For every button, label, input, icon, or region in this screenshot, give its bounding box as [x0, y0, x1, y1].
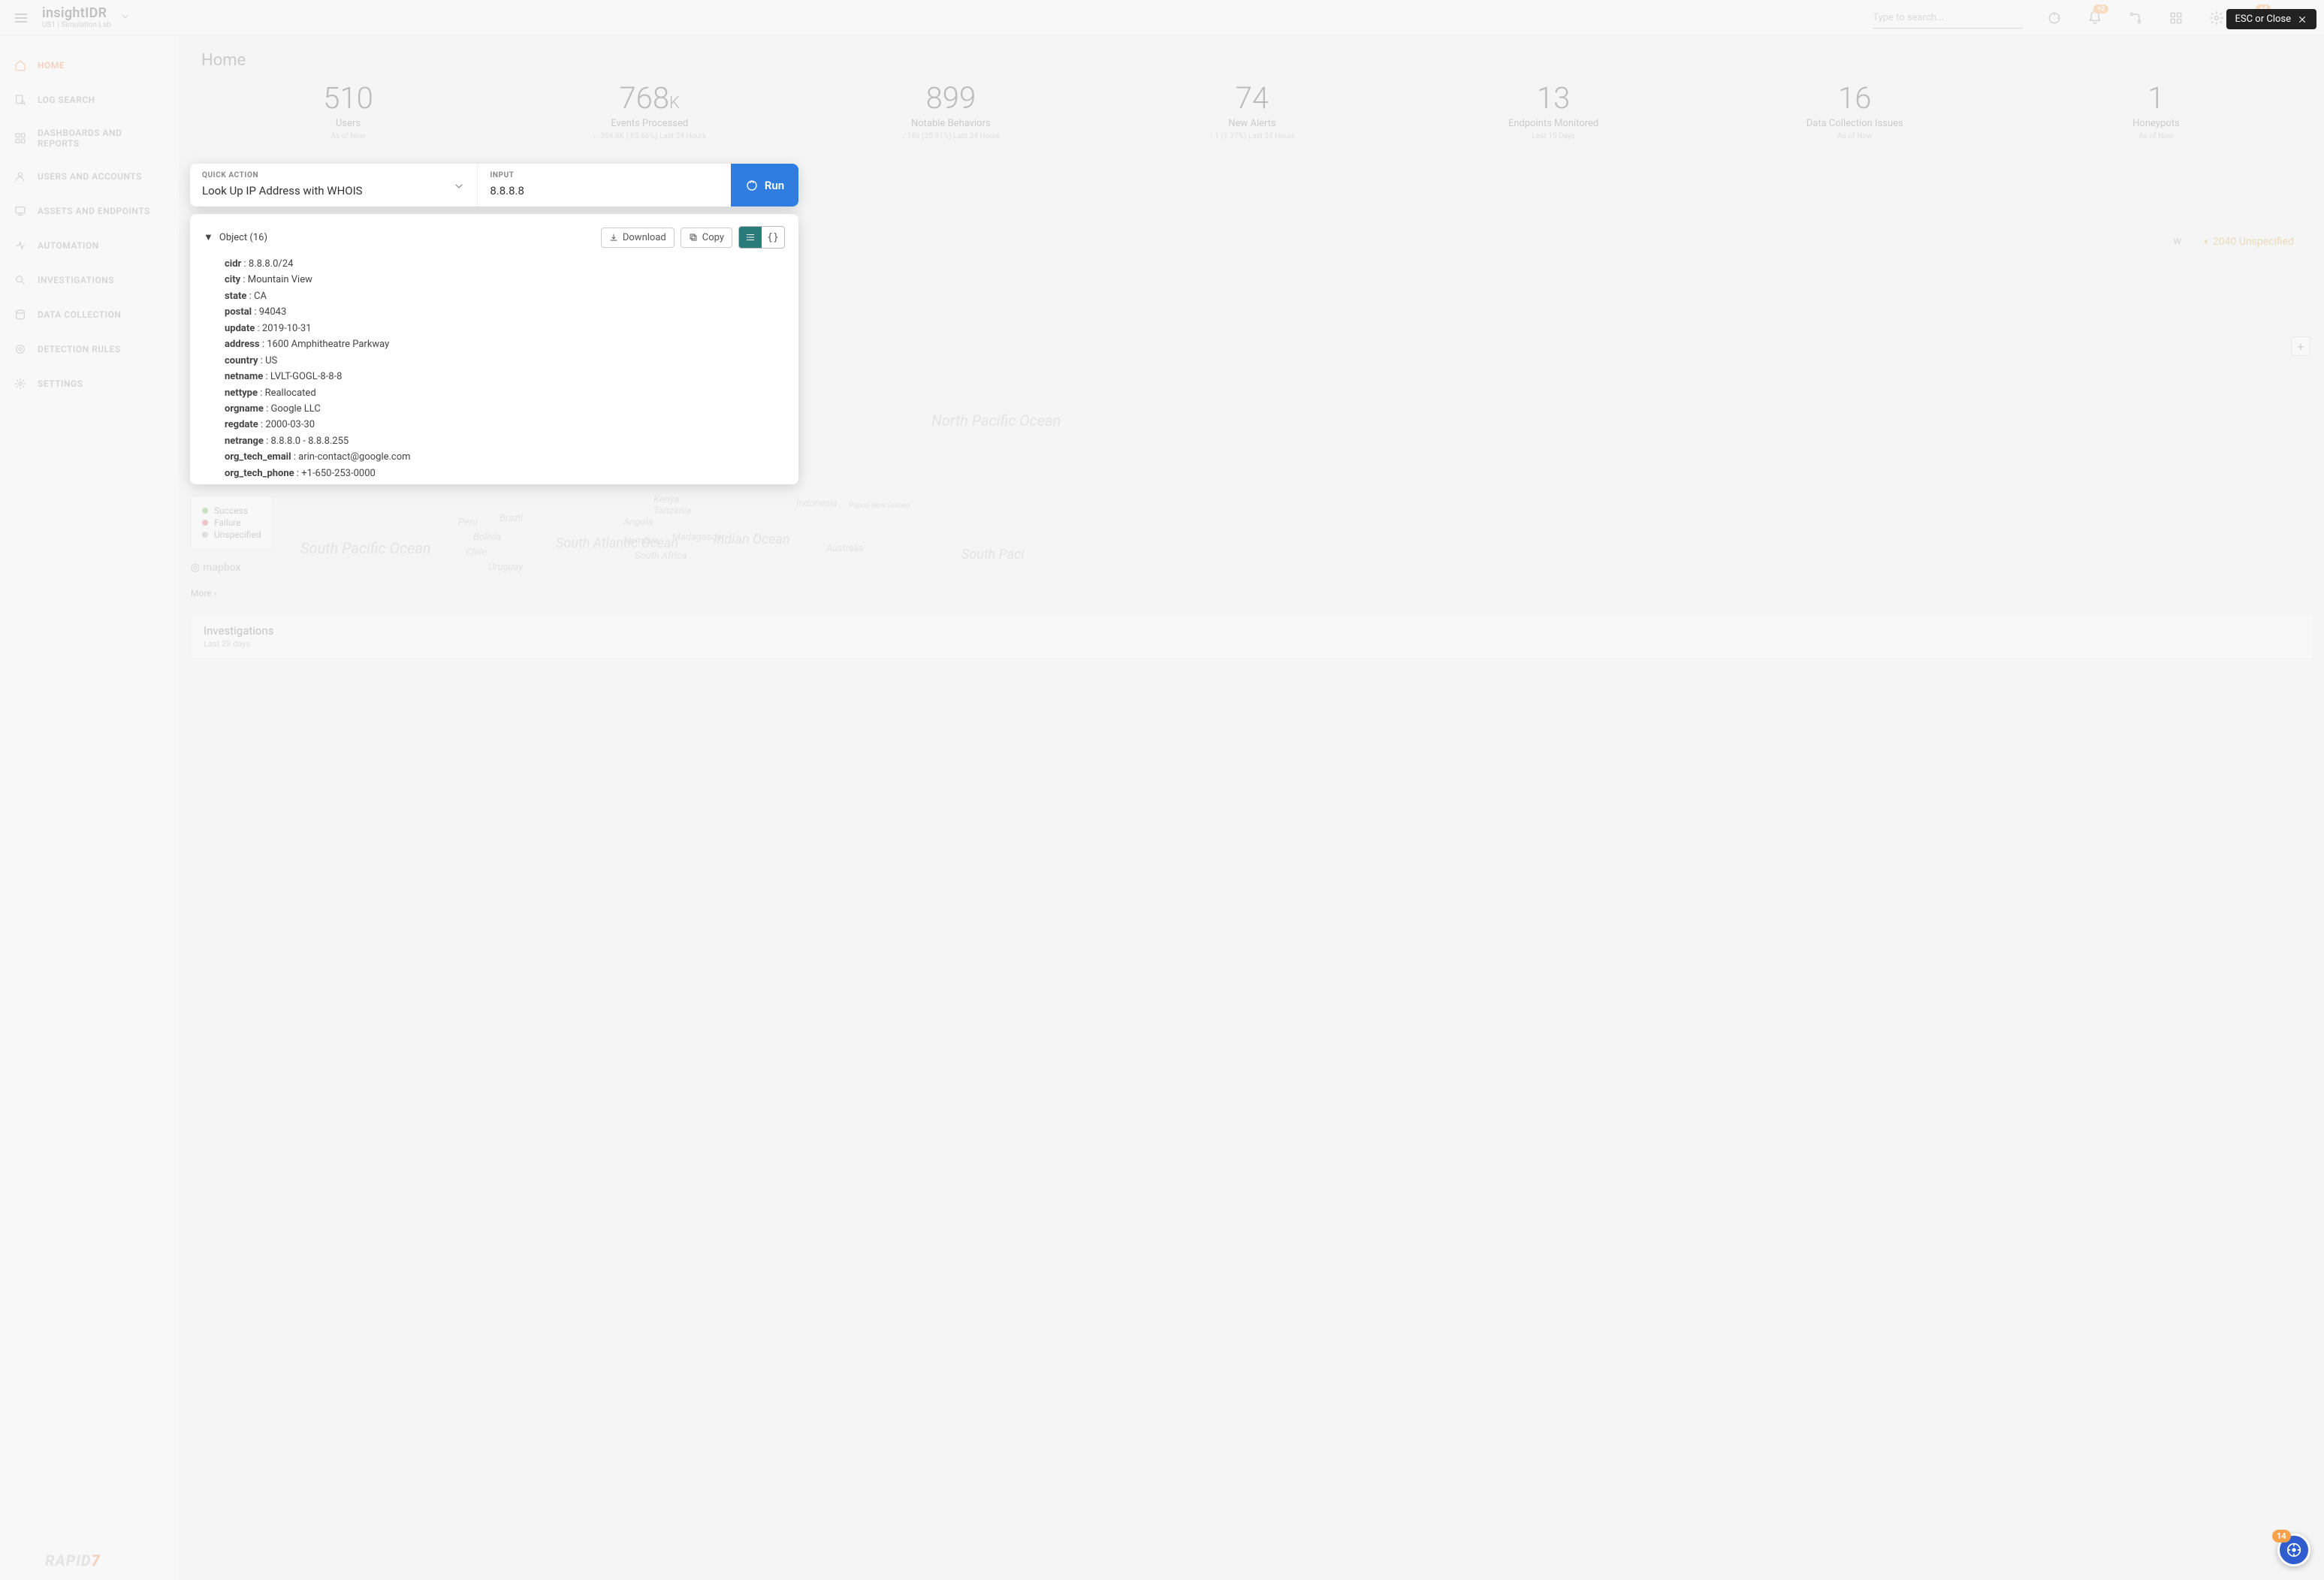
run-icon: [745, 179, 759, 192]
result-row: orgname : Google LLC: [225, 401, 785, 417]
result-list: cidr : 8.8.8.0/24city : Mountain Viewsta…: [204, 256, 785, 484]
result-row: org_tech_phone : +1-650-253-0000: [225, 466, 785, 481]
result-row: regdate : 2000-03-30: [225, 417, 785, 433]
result-row: address : 1600 Amphitheatre Parkway: [225, 336, 785, 352]
modal-header: QUICK ACTION Look Up IP Address with WHO…: [190, 164, 798, 207]
result-row: netname : LVLT-GOGL-8-8-8: [225, 369, 785, 384]
result-row: country : US: [225, 353, 785, 369]
download-icon: [609, 233, 618, 242]
triangle-down-icon: ▼: [204, 231, 213, 243]
result-row: org_abuse_email : network-abuse@google.c…: [225, 481, 785, 484]
braces-icon: {}: [767, 232, 779, 243]
result-row: cidr : 8.8.8.0/24: [225, 256, 785, 272]
object-header-label: Object (16): [219, 232, 267, 243]
view-toggle: {}: [738, 226, 785, 249]
fab-badge: 14: [2272, 1530, 2291, 1542]
esc-close-label: ESC or Close: [2235, 14, 2291, 25]
run-button[interactable]: Run: [731, 164, 798, 207]
compass-icon: [2286, 1542, 2302, 1558]
quick-action-selector[interactable]: QUICK ACTION Look Up IP Address with WHO…: [190, 164, 478, 207]
download-button[interactable]: Download: [601, 228, 675, 248]
object-toggle[interactable]: ▼ Object (16): [204, 231, 267, 243]
input-value: 8.8.8.8: [490, 184, 719, 198]
result-row: update : 2019-10-31: [225, 321, 785, 336]
quick-action-label: QUICK ACTION: [202, 171, 465, 179]
chevron-down-icon: [453, 180, 465, 195]
help-fab[interactable]: 14: [2277, 1533, 2310, 1566]
close-icon: [2297, 14, 2307, 25]
result-row: nettype : Reallocated: [225, 385, 785, 401]
modal-body: ▼ Object (16) Download Copy {} cidr : 8.…: [190, 214, 798, 484]
copy-button[interactable]: Copy: [681, 228, 732, 248]
quick-action-value: Look Up IP Address with WHOIS: [202, 184, 465, 198]
list-icon: [745, 232, 756, 243]
input-label: INPUT: [490, 171, 719, 179]
result-row: netrange : 8.8.8.0 - 8.8.8.255: [225, 433, 785, 449]
quick-action-modal: QUICK ACTION Look Up IP Address with WHO…: [190, 164, 798, 484]
copy-label: Copy: [702, 232, 724, 243]
result-row: postal : 94043: [225, 304, 785, 320]
result-row: org_tech_email : arin-contact@google.com: [225, 449, 785, 465]
json-view-toggle[interactable]: {}: [762, 227, 784, 248]
download-label: Download: [623, 232, 666, 243]
list-view-toggle[interactable]: [739, 227, 762, 248]
copy-icon: [689, 233, 698, 242]
run-label: Run: [765, 179, 784, 192]
esc-close-button[interactable]: ESC or Close: [2226, 9, 2316, 29]
result-row: state : CA: [225, 288, 785, 304]
input-field[interactable]: INPUT 8.8.8.8: [478, 164, 731, 207]
result-row: city : Mountain View: [225, 272, 785, 288]
